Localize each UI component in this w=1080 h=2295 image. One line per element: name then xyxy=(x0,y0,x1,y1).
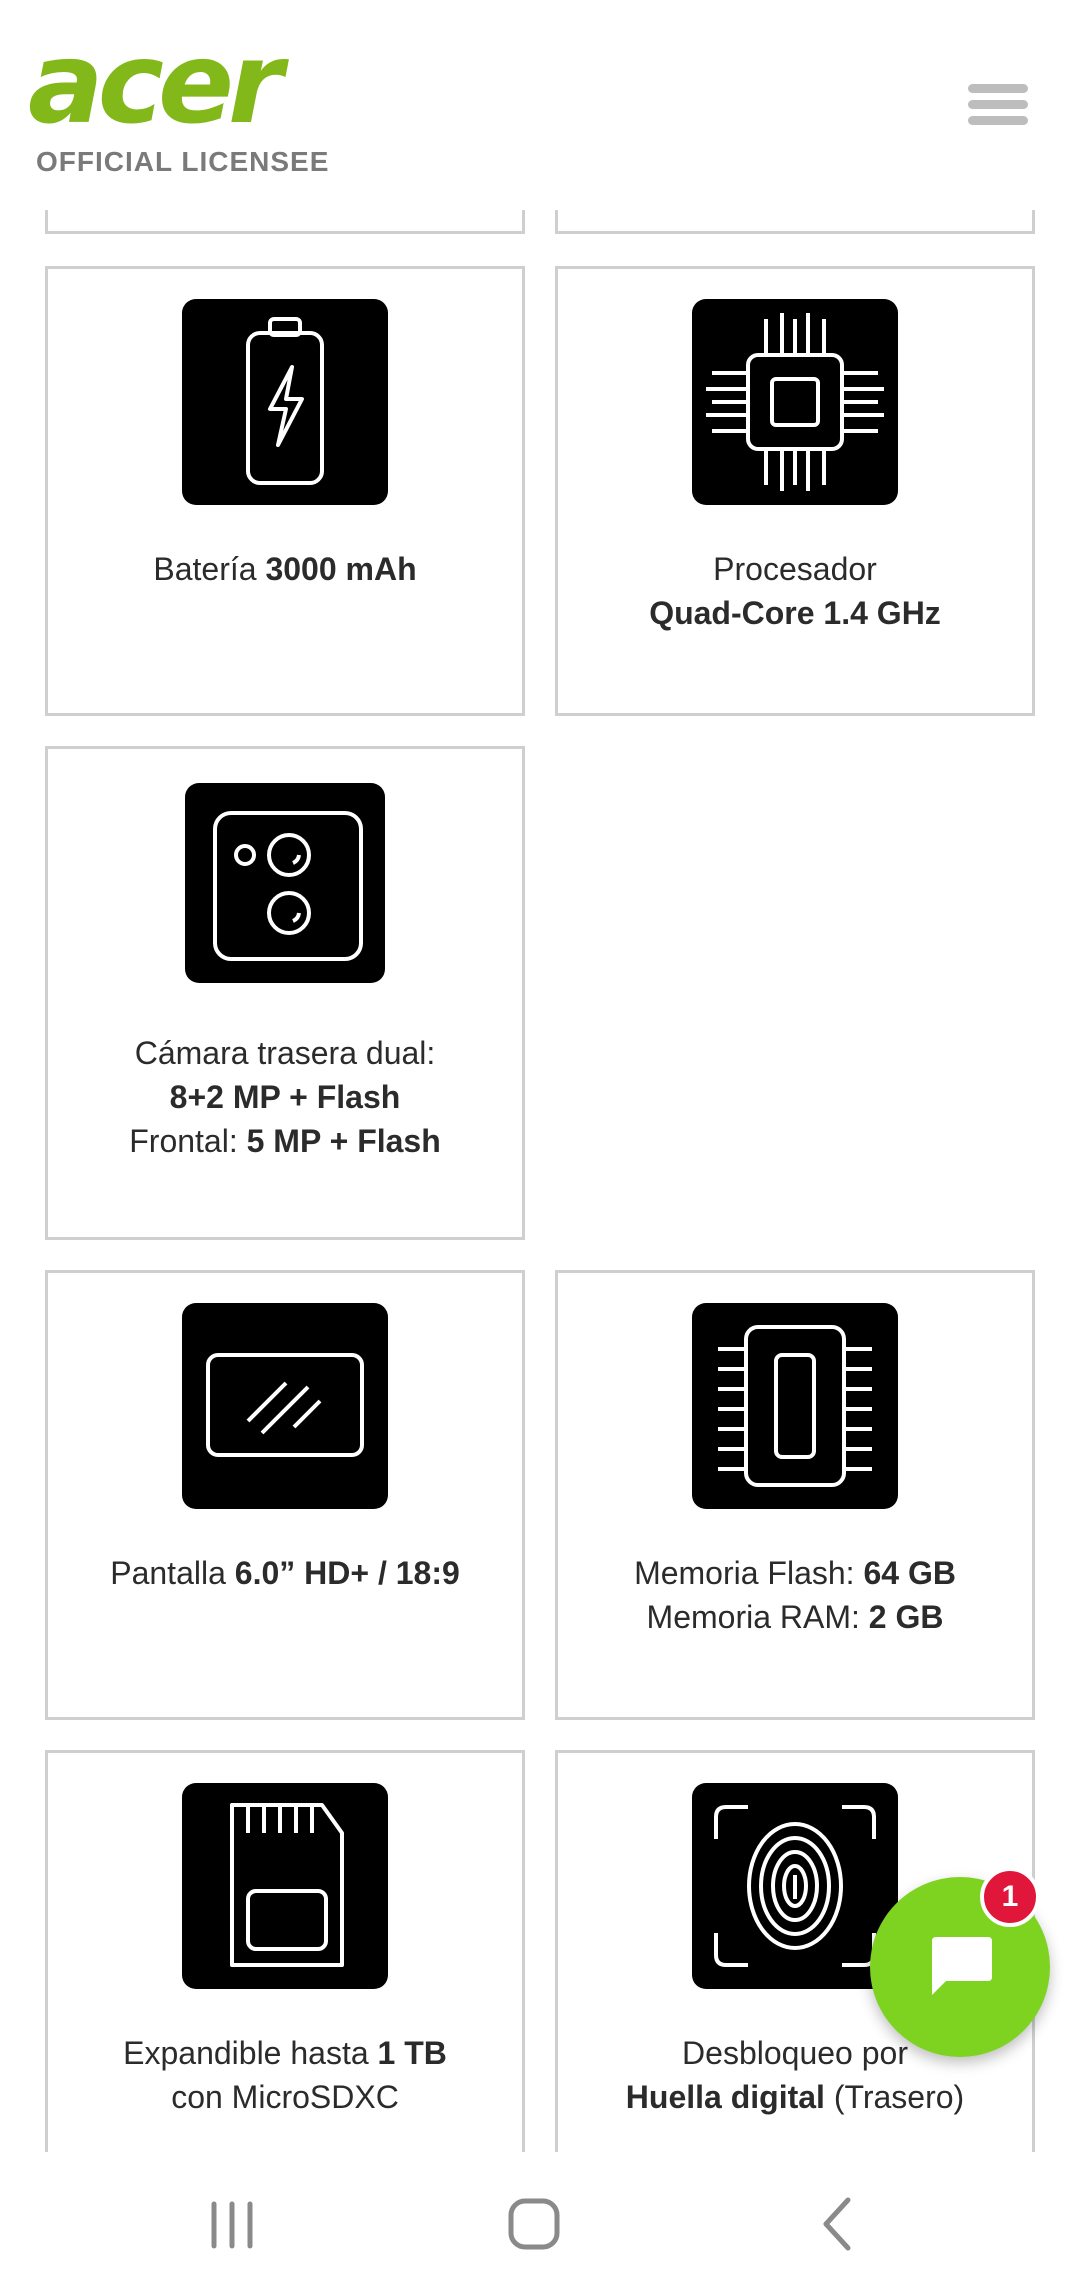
memory-icon xyxy=(692,1303,898,1509)
spec-card-camera: Cámara trasera dual: 8+2 MP + Flash Fron… xyxy=(45,746,525,1240)
spec-text-battery: Batería 3000 mAh xyxy=(153,551,417,587)
screen-icon xyxy=(182,1303,388,1509)
brand-tagline: OFFICIAL LICENSEE xyxy=(36,146,330,177)
system-nav-bar xyxy=(0,2152,1080,2295)
recent-apps-icon[interactable] xyxy=(162,2152,302,2295)
hamburger-menu-icon[interactable] xyxy=(966,80,1030,128)
spec-text-processor: Procesador Quad-Core 1.4 GHz xyxy=(649,551,941,631)
spec-card-memory: Memoria Flash: 64 GB Memoria RAM: 2 GB xyxy=(555,1270,1035,1720)
spec-card-processor: Procesador Quad-Core 1.4 GHz xyxy=(555,266,1035,716)
spec-card-sd: Expandible hasta 1 TB con MicroSDXC xyxy=(45,1750,525,2152)
spec-text-camera: Cámara trasera dual: 8+2 MP + Flash Fron… xyxy=(129,1035,441,1159)
notification-badge: 1 xyxy=(980,1867,1040,1927)
acer-logo[interactable]: acer OFFICIAL LICENSEE xyxy=(28,19,330,178)
dual-camera-icon xyxy=(185,783,385,983)
spec-text-screen: Pantalla 6.0” HD+ / 18:9 xyxy=(110,1555,460,1591)
spec-text-memory: Memoria Flash: 64 GB Memoria RAM: 2 GB xyxy=(634,1555,956,1635)
spec-text-sd: Expandible hasta 1 TB con MicroSDXC xyxy=(123,2035,447,2115)
back-icon[interactable] xyxy=(768,2152,908,2295)
processor-chip-icon xyxy=(692,299,898,505)
battery-icon xyxy=(182,299,388,505)
spec-card-battery: Batería 3000 mAh xyxy=(45,266,525,716)
spec-grid: Batería 3000 mAh Procesador Quad-Core 1.… xyxy=(0,0,1080,2152)
fingerprint-icon xyxy=(692,1783,898,1989)
home-icon[interactable] xyxy=(465,2152,605,2295)
brand-wordmark: acer xyxy=(28,19,283,149)
site-header: acer OFFICIAL LICENSEE xyxy=(0,0,1080,210)
sd-card-icon xyxy=(182,1783,388,1989)
chat-bubble-icon xyxy=(932,1937,992,1995)
spec-card-screen: Pantalla 6.0” HD+ / 18:9 xyxy=(45,1270,525,1720)
